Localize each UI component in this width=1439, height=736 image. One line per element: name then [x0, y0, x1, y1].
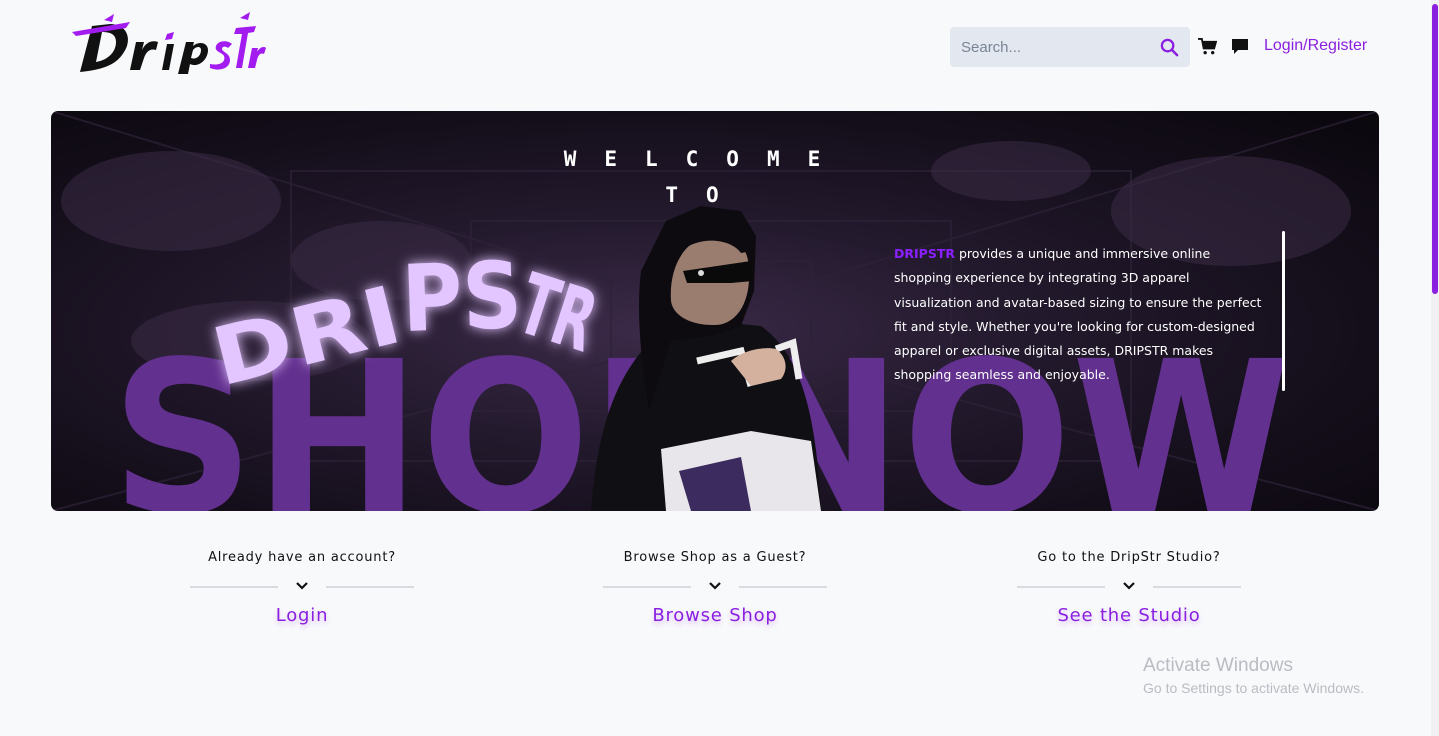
search-icon[interactable] — [1160, 38, 1179, 57]
chat-icon[interactable] — [1231, 38, 1249, 55]
option-login: Already have an account? Login — [190, 547, 414, 626]
hero-divider — [1282, 231, 1285, 391]
divider — [603, 586, 691, 588]
watermark-title: Activate Windows — [1143, 655, 1293, 676]
option-question: Browse Shop as a Guest? — [623, 550, 807, 565]
watermark-subtitle: Go to Settings to activate Windows. — [1143, 680, 1364, 696]
hero-welcome-heading: WELCOME TO — [541, 141, 871, 213]
divider — [1153, 586, 1241, 588]
hero-brand-name: DRIPSTR — [894, 246, 955, 261]
welcome-line-1: WELCOME — [563, 147, 849, 171]
option-question: Already have an account? — [208, 550, 396, 565]
welcome-line-2: TO — [665, 183, 747, 207]
windows-activation-watermark: Activate Windows Go to Settings to activ… — [1143, 654, 1364, 698]
cart-icon[interactable] — [1198, 38, 1217, 55]
divider — [739, 586, 827, 588]
hero-description: DRIPSTR provides a unique and immersive … — [894, 242, 1266, 388]
login-register-link[interactable]: Login/Register — [1264, 37, 1367, 55]
search-bar — [950, 27, 1190, 67]
chevron-down-icon — [296, 582, 308, 590]
chevron-down-icon — [709, 582, 721, 590]
scrollbar-thumb[interactable] — [1432, 4, 1438, 294]
svg-text:PS: PS — [400, 242, 524, 353]
dripstr-logo[interactable] — [70, 12, 266, 74]
login-link[interactable]: Login — [190, 605, 414, 626]
see-studio-link[interactable]: See the Studio — [1017, 605, 1241, 626]
divider — [326, 586, 414, 588]
browse-shop-link[interactable]: Browse Shop — [603, 605, 827, 626]
divider — [1017, 586, 1105, 588]
option-browse-shop: Browse Shop as a Guest? Browse Shop — [603, 547, 827, 626]
option-studio: Go to the DripStr Studio? See the Studio — [1017, 547, 1241, 626]
hero-banner: SHOPNOW DRI PS TR WELCOME TO DRIPSTR pro… — [51, 111, 1379, 511]
chevron-down-icon — [1123, 582, 1135, 590]
search-input[interactable] — [950, 27, 1155, 67]
hero-description-body: provides a unique and immersive online s… — [894, 246, 1262, 383]
divider — [190, 586, 278, 588]
option-question: Go to the DripStr Studio? — [1037, 550, 1221, 565]
